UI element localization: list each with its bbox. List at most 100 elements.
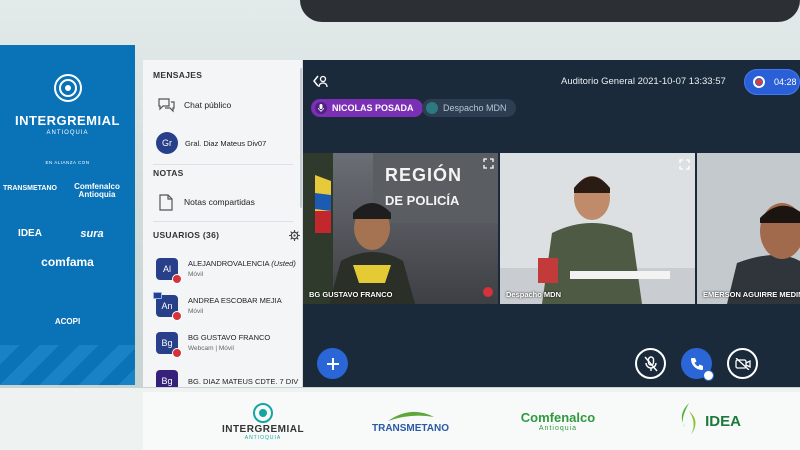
microphone-icon — [426, 102, 438, 114]
gear-icon[interactable] — [289, 228, 300, 246]
intergremial-logo-icon — [253, 402, 273, 423]
sponsor-name: TRANSMETANO — [371, 422, 450, 434]
banner-idea: IDEA — [18, 228, 42, 239]
banner-comfama: comfama — [41, 255, 94, 269]
speaker-user-name: Despacho MDN — [443, 103, 507, 113]
expand-icon[interactable] — [483, 156, 494, 174]
microphone-icon — [315, 102, 327, 114]
idea-logo-icon — [681, 403, 696, 435]
sponsor-transmetano: TRANSMETANO — [358, 392, 463, 450]
document-icon — [156, 192, 176, 212]
record-icon — [753, 76, 765, 88]
sponsor-sub: ANTIOQUIA — [244, 434, 282, 441]
chat-icon — [156, 95, 176, 115]
banner-transmetano: TRANSMETANO — [3, 185, 57, 192]
tile-label: EMERSON AGUIRRE MEDINA — [703, 290, 800, 299]
plus-icon — [326, 357, 339, 370]
muted-icon — [172, 311, 182, 321]
user-list-item[interactable]: Al ALEJANDROVALENCIA (Usted) Móvil — [143, 254, 301, 284]
expand-icon[interactable] — [679, 157, 690, 170]
user-list-item[interactable]: Bg BG GUSTAVO FRANCO Webcam | Móvil — [143, 328, 301, 358]
users-header: USUARIOS (36) — [153, 230, 220, 240]
chevron-down-icon[interactable] — [703, 370, 714, 381]
sponsor-name: INTERGREMIAL — [221, 423, 305, 435]
side-panel: MENSAJES Chat público Gr Gral. Diaz Mate… — [143, 60, 303, 387]
banner-region: ANTIOQUIA — [46, 130, 89, 136]
banner-alliance: EN ALIANZA CON — [45, 160, 90, 165]
avatar: Bg — [156, 370, 178, 387]
shared-notes-label: Notas compartidas — [184, 197, 255, 207]
wall-text-region: REGIÓN — [385, 165, 463, 185]
video-feed-image — [697, 153, 800, 304]
sponsor-name: IDEA — [705, 412, 741, 430]
screen-share-icon — [153, 292, 162, 299]
studio-ceiling — [300, 0, 800, 22]
tile-label: Despacho MDN — [506, 290, 562, 299]
video-tile[interactable]: REGIÓN DE POLICÍA BG GUSTAVO FRANCO — [303, 153, 498, 304]
avatar: An — [153, 292, 182, 321]
meeting-window: MENSAJES Chat público Gr Gral. Diaz Mate… — [143, 60, 800, 387]
avatar: Gr — [156, 132, 178, 154]
talking-user-name: NICOLAS POSADA — [332, 103, 414, 113]
scrollbar[interactable] — [300, 68, 302, 208]
audio-button[interactable] — [681, 348, 714, 381]
transmetano-logo-icon — [387, 411, 434, 421]
messages-header: MENSAJES — [153, 70, 203, 80]
shared-notes-item[interactable]: Notas compartidas — [143, 189, 301, 215]
wall-text-police: DE POLICÍA — [385, 193, 460, 208]
video-button[interactable] — [727, 348, 758, 379]
user-name: BG. DIAZ MATEUS CDTE. 7 DIV — [188, 376, 299, 386]
divider — [153, 164, 293, 165]
phone-icon — [690, 357, 703, 370]
muted-icon — [172, 348, 182, 358]
sponsor-name: Comfenalco — [520, 410, 596, 425]
user-name: ALEJANDROVALENCIA — [188, 259, 270, 268]
speaker-indicator[interactable]: Despacho MDN — [422, 99, 516, 117]
recording-button[interactable]: 04:28 — [744, 69, 800, 95]
user-list-item[interactable]: Bg BG. DIAZ MATEUS CDTE. 7 DIV — [143, 366, 301, 387]
microphone-off-icon — [643, 355, 658, 371]
tile-label: BG GUSTAVO FRANCO — [309, 290, 393, 299]
avatar-initials: An — [161, 301, 173, 311]
meeting-title: Auditorio General 2021-10-07 13:33:57 — [561, 76, 726, 87]
camera-off-icon — [734, 357, 751, 370]
user-device: Webcam | Móvil — [188, 345, 234, 352]
notes-header: NOTAS — [153, 168, 184, 178]
avatar-initials: Bg — [161, 376, 173, 386]
avatar-initials: Al — [162, 264, 171, 274]
intergremial-logo-icon — [0, 73, 135, 108]
avatar-initials: Bg — [161, 338, 173, 348]
private-chat-item[interactable]: Gr Gral. Diaz Mateus Div07 — [143, 130, 301, 156]
banner-sura: sura — [80, 228, 104, 240]
video-tile[interactable]: EMERSON AGUIRRE MEDINA — [697, 153, 800, 304]
sponsor-sub: Antioquia — [538, 425, 578, 432]
banner-comfenalco: Comfenalco Antioquia — [74, 182, 120, 199]
user-device: Móvil — [188, 271, 204, 278]
sponsor-banner: INTERGREMIAL ANTIOQUIA EN ALIANZA CON TR… — [0, 45, 135, 385]
banner-brand: INTERGREMIAL — [15, 113, 120, 128]
sponsor-comfenalco: Comfenalco Antioquia — [503, 392, 613, 450]
main-area: Auditorio General 2021-10-07 13:33:57 04… — [303, 60, 800, 387]
video-tile[interactable]: Despacho MDN — [500, 153, 695, 304]
user-device: Móvil — [188, 308, 204, 315]
actions-button[interactable] — [317, 348, 348, 379]
public-chat-label: Chat público — [184, 100, 232, 110]
user-list-item[interactable]: An ANDREA ESCOBAR MEJIA Móvil — [143, 291, 301, 321]
video-feed-image — [500, 153, 695, 304]
users-toggle-icon[interactable] — [313, 74, 329, 93]
muted-icon — [483, 287, 493, 297]
talking-indicator[interactable]: NICOLAS POSADA — [311, 99, 423, 117]
sponsor-intergremial: INTERGREMIAL ANTIOQUIA — [203, 392, 323, 450]
user-you-tag: (Usted) — [271, 259, 296, 268]
user-name: BG GUSTAVO FRANCO — [188, 333, 271, 342]
muted-icon — [172, 274, 182, 284]
avatar: Bg — [156, 332, 182, 358]
avatar: Al — [156, 258, 182, 284]
private-chat-label: Gral. Diaz Mateus Div07 — [185, 138, 267, 148]
sponsor-idea: IDEA — [653, 392, 763, 450]
mute-button[interactable] — [635, 348, 666, 379]
public-chat-item[interactable]: Chat público — [143, 93, 301, 117]
user-name: ANDREA ESCOBAR MEJIA — [188, 296, 282, 305]
recording-time: 04:28 — [774, 77, 797, 87]
sponsors-strip: INTERGREMIAL ANTIOQUIA TRANSMETANO Comfe… — [143, 392, 800, 450]
